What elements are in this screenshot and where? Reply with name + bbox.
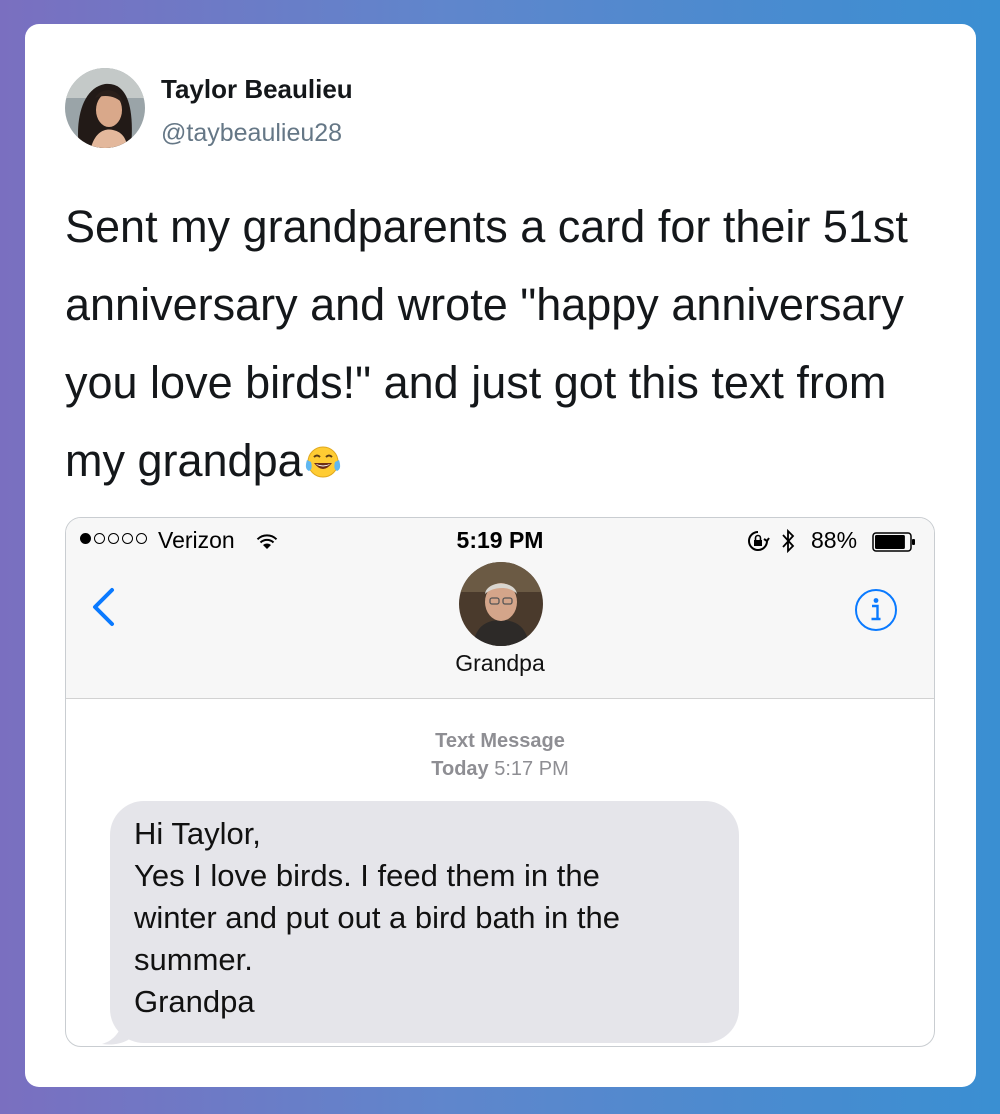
tweet-text: Sent my grandparents a card for their 51… [65,201,908,486]
author-handle[interactable]: @taybeaulieu28 [161,119,342,148]
contact-avatar[interactable] [459,562,543,646]
message-time-label: 5:17 PM [494,758,569,780]
message-line: Yes I love birds. I feed them in the [134,858,600,893]
message-type-label: Text Message [435,730,565,752]
contact-name[interactable]: Grandpa [66,650,934,677]
battery-percentage: 88% [811,527,858,553]
bluetooth-icon [780,528,796,560]
tweet-card: Taylor Beaulieu @taybeaulieu28 Sent my g… [25,24,976,1087]
status-time: 5:19 PM [456,527,544,553]
back-chevron-icon[interactable] [88,586,118,633]
tweet-text-block: Sent my grandparents a card for their 51… [65,188,950,500]
message-day-label: Today [431,758,489,780]
message-line: Grandpa [134,984,255,1019]
message-bubble[interactable]: Hi Taylor, Yes I love birds. I feed them… [110,801,739,1043]
face-with-tears-of-joy-icon [304,426,342,478]
message-line: Hi Taylor, [134,816,261,851]
message-screenshot: Verizon 5:19 PM 88% Grandpa Text Message… [65,517,935,1047]
message-line: summer. [134,942,253,977]
info-icon[interactable] [853,587,899,638]
conversation-header: Verizon 5:19 PM 88% Grandpa [66,518,934,699]
author-display-name[interactable]: Taylor Beaulieu [161,74,353,105]
rotation-lock-icon [746,529,770,559]
message-timestamp: Text Message Today 5:17 PM [66,727,934,783]
author-avatar[interactable] [65,68,145,148]
message-line: winter and put out a bird bath in the [134,900,620,935]
battery-icon [872,531,916,558]
status-bar: Verizon 5:19 PM 88% [66,518,934,564]
